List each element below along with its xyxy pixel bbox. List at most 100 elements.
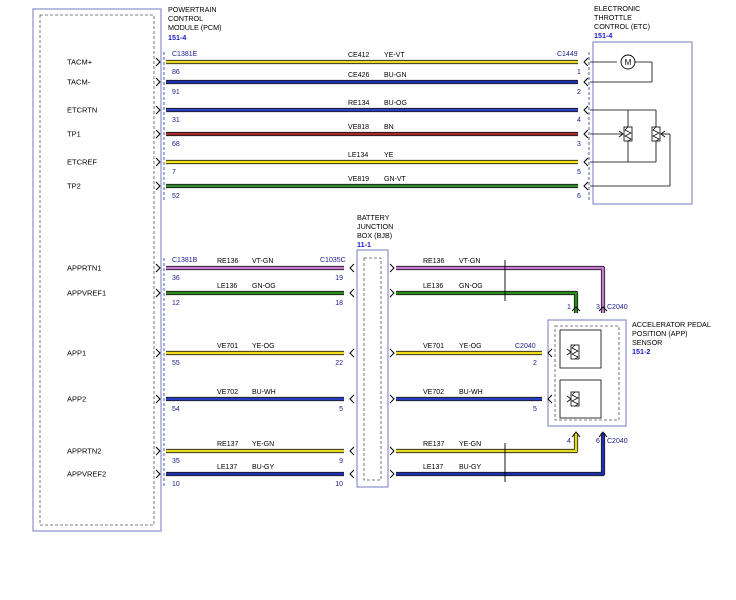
signal-label-tacm+: TACM+ [67,58,93,67]
pcm-pin-91: 91 [172,89,180,96]
bjb-title-line-1: BATTERY [357,213,390,222]
pcm-pin-52: 52 [172,193,180,200]
color-label-ve701-left: YE-OG [252,343,275,350]
etc-pin-6: 6 [577,193,581,200]
bjb-frame [356,249,389,488]
signal-label-tacm-: TACM- [67,78,91,87]
pcm-title-line-1: POWERTRAIN [168,5,217,14]
pcm-title-line-3: MODULE (PCM) [168,23,222,32]
etc-arrow-tp2 [583,181,589,191]
wire-re136-app-side-outline [396,265,606,313]
app-pin-2: 2 [533,360,537,367]
pcm-pin-54: 54 [172,406,180,413]
app-pin-4: 4 [567,438,571,445]
color-label-le136-right: GN-OG [459,283,483,290]
color-label-re136-left: VT-GN [252,258,273,265]
app-pin-5: 5 [533,406,537,413]
pcm-title-line-2: CONTROL [168,14,203,23]
app-pin-1: 1 [567,304,571,311]
app-sensor-module: ACCELERATOR PEDAL POSITION (APP) SENSOR … [515,304,711,445]
etc-arrow-tacm+ [583,57,589,67]
signal-label-apprtn2: APPRTN2 [67,447,101,456]
signal-label-etcref: ETCREF [67,158,97,167]
bjb-pin-9: 9 [339,458,343,465]
etc-frame [592,41,693,205]
signal-label-appvref1: APPVREF1 [67,289,106,298]
bjb-module: BATTERY JUNCTION BOX (BJB) 11-1 C1035C [320,213,393,488]
color-label-ve702-left: BU-WH [252,389,276,396]
etc-pin-2: 2 [577,89,581,96]
app-title-line-3: SENSOR [632,338,662,347]
signal-label-appvref2: APPVREF2 [67,470,106,479]
connector-label-app-mid: C2040 [515,343,536,350]
color-label-ve702-right: BU-WH [459,389,483,396]
etc-ref: 151-4 [594,31,612,40]
color-label-ce426: BU-GN [384,72,407,79]
pcm-pin-10: 10 [172,481,180,488]
etc-pin-5: 5 [577,169,581,176]
bjb-arrow-out-apprtn1 [389,263,395,273]
bjb-arrow-in-appvref1 [349,288,355,298]
circuit-label-le136-left: LE136 [217,283,237,290]
etc-pin-4: 4 [577,117,581,124]
connector-label-etc: C1449 [557,51,578,58]
app-pin-3: 3 [596,304,600,311]
bjb-arrow-in-apprtn2 [349,446,355,456]
bjb-pin-19: 19 [335,275,343,282]
pcm-pin-35: 35 [172,458,180,465]
bjb-title-line-3: BOX (BJB) [357,231,392,240]
circuit-label-re136-right: RE136 [423,258,445,265]
circuit-label-ce412: CE412 [348,52,370,59]
signal-label-etcrtn: ETCRTN [67,106,97,115]
color-label-le134: YE [384,152,394,159]
app-sensor-element-2-icon [559,379,602,419]
connector-label-bjb: C1035C [320,257,346,264]
bjb-arrow-out-appvref2 [389,469,395,479]
wire-le136-app-side-outline [396,290,579,313]
bjb-arrow-out-app1 [389,348,395,358]
bjb-pin-10: 10 [335,481,343,488]
wiring-diagram: POWERTRAIN CONTROL MODULE (PCM) 151-4 C1… [32,4,711,532]
app-title-line-1: ACCELERATOR PEDAL [632,320,711,329]
pcm-pin-7: 7 [172,169,176,176]
circuit-label-re136-left: RE136 [217,258,239,265]
color-label-ve818: BN [384,124,394,131]
circuit-label-re137-left: RE137 [217,441,239,448]
pcm-pin-68: 68 [172,141,180,148]
pcm-pin-12: 12 [172,300,180,307]
signal-label-tp1: TP1 [67,130,81,139]
circuit-label-ve701-right: VE701 [423,343,444,350]
bjb-pin-18: 18 [335,300,343,307]
bjb-arrow-in-appvref2 [349,469,355,479]
etc-pin-1: 1 [577,69,581,76]
etc-title-line-1: ELECTRONIC [594,4,640,13]
color-label-ve819: GN-VT [384,176,407,183]
circuit-label-le136-right: LE136 [423,283,443,290]
bjb-title-line-2: JUNCTION [357,222,393,231]
svg-text:M: M [625,58,632,67]
circuit-label-ve702-left: VE702 [217,389,238,396]
circuit-label-le137-left: LE137 [217,464,237,471]
circuit-label-re137-right: RE137 [423,441,445,448]
circuit-label-ce426: CE426 [348,72,370,79]
color-label-le137-left: BU-GY [252,464,275,471]
signal-label-app1: APP1 [67,349,86,358]
bjb-arrow-in-app2 [349,394,355,404]
color-label-le137-right: BU-GY [459,464,482,471]
signal-label-apprtn1: APPRTN1 [67,264,101,273]
bjb-arrow-in-app1 [349,348,355,358]
pcm-pin-86: 86 [172,69,180,76]
etc-pin-3: 3 [577,141,581,148]
wire-re136-app-side [396,266,605,313]
bjb-ref: 11-1 [357,240,371,249]
color-label-ve701-right: YE-OG [459,343,482,350]
color-label-re137-right: YE-GN [459,441,481,448]
etc-title-line-2: THROTTLE [594,13,632,22]
circuit-label-ve702-right: VE702 [423,389,444,396]
circuit-label-ve701-left: VE701 [217,343,238,350]
app-sensor-element-1-icon [559,329,602,369]
color-label-re136-right: VT-GN [459,258,480,265]
etc-title-line-3: CONTROL (ETC) [594,22,650,31]
connector-label-pcm-bottom: C1381B [172,257,198,264]
bjb-arrow-out-appvref1 [389,288,395,298]
